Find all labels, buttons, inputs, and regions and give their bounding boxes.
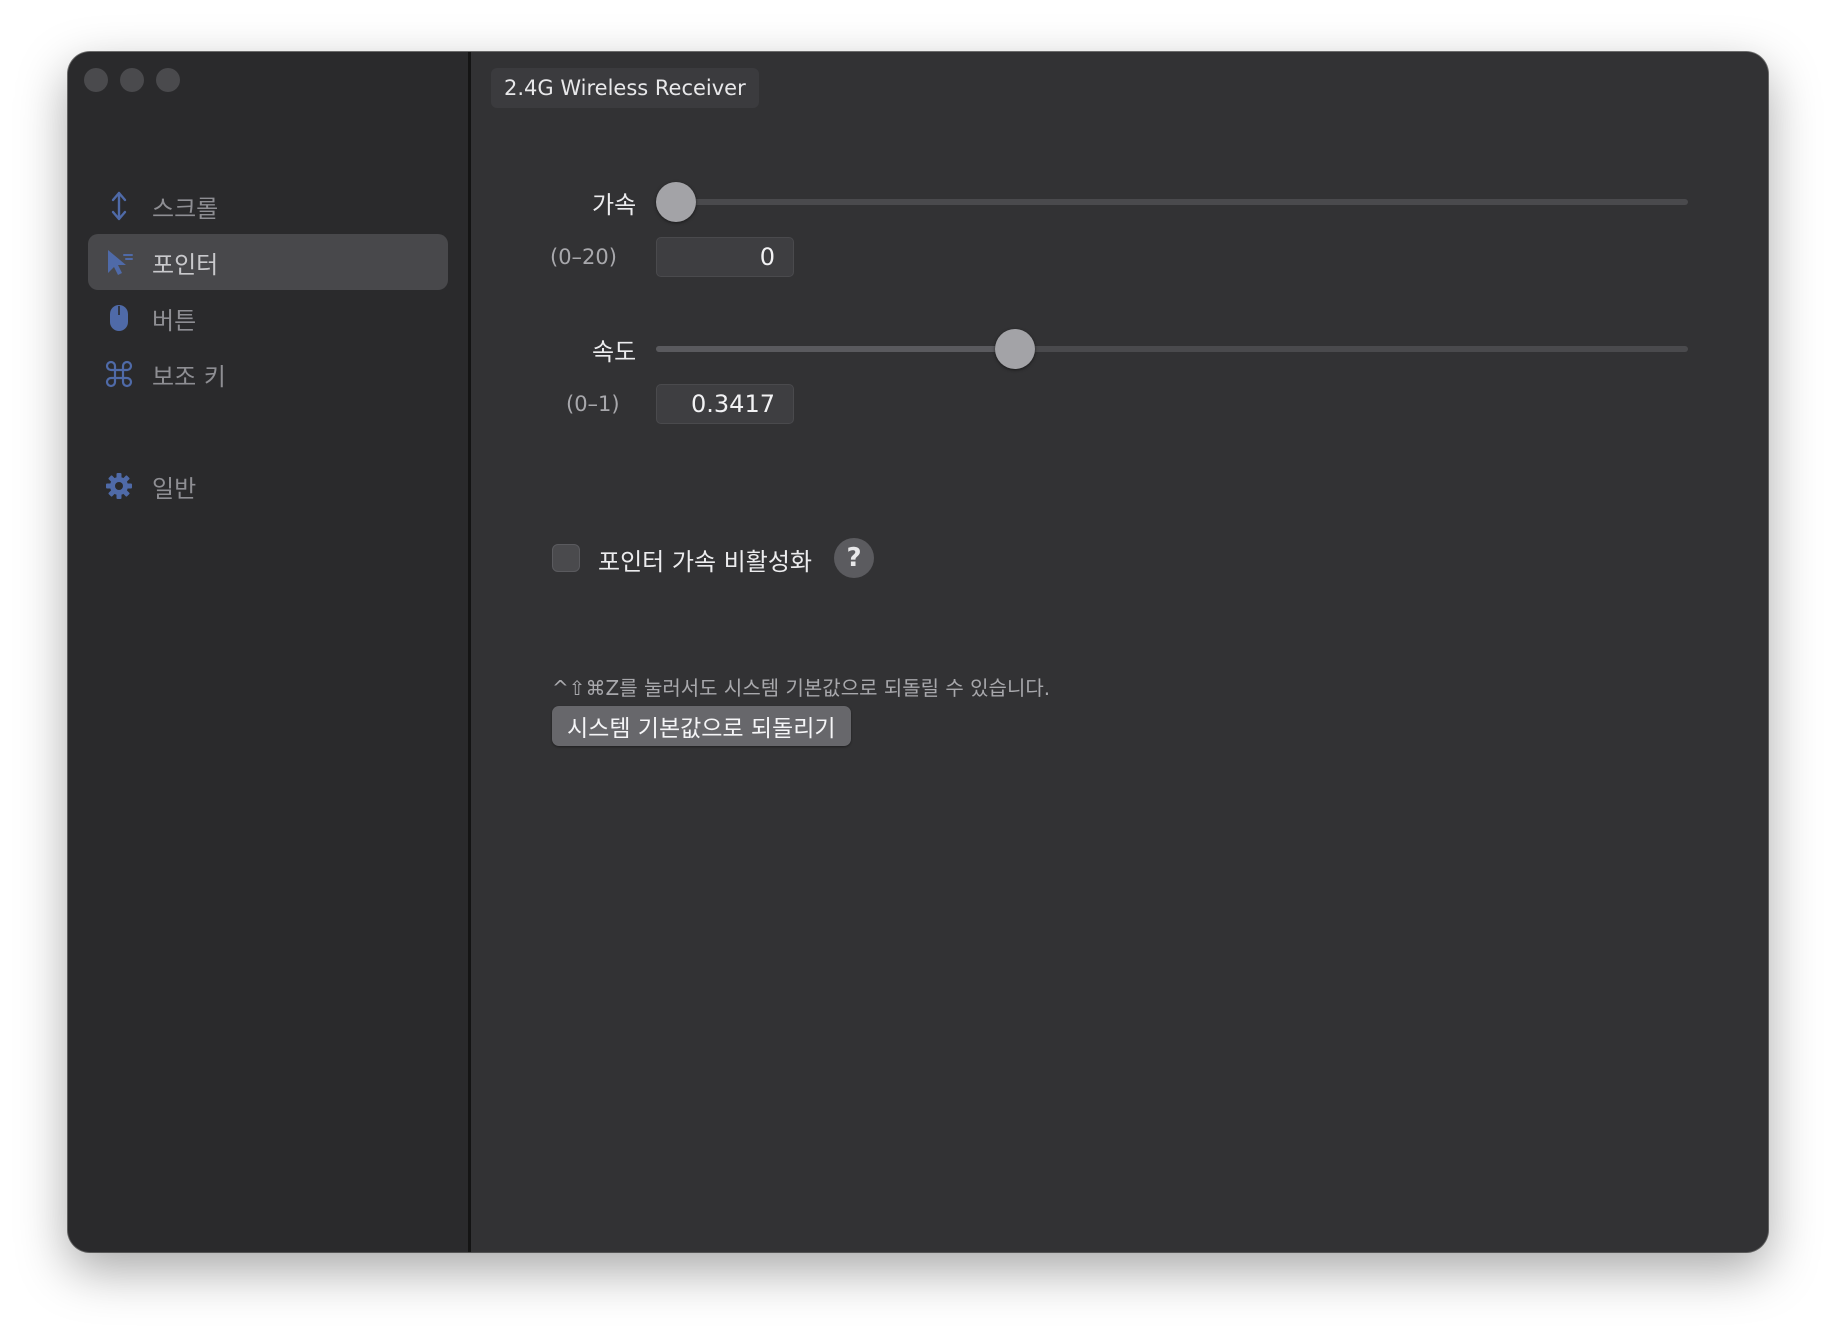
pointer-cursor-icon (104, 247, 134, 277)
sidebar-item-label: 버튼 (152, 306, 197, 335)
acceleration-range-label: (0–20) (550, 245, 617, 269)
acceleration-label: 가속 (592, 191, 637, 219)
sidebar-item-pointer[interactable]: 포인터 (88, 234, 448, 290)
sidebar: 스크롤 포인터 버튼 보조 키 일반 (68, 52, 471, 1252)
close-button[interactable] (84, 68, 108, 92)
speed-label: 속도 (592, 338, 637, 366)
help-button[interactable]: ? (834, 538, 874, 578)
mouse-icon (104, 303, 134, 333)
reset-defaults-button[interactable]: 시스템 기본값으로 되돌리기 (552, 706, 851, 746)
speed-range-label: (0–1) (566, 392, 620, 416)
disable-acceleration-checkbox[interactable] (552, 544, 580, 572)
settings-window: 스크롤 포인터 버튼 보조 키 일반 2.4G Wireless Receive… (68, 52, 1768, 1252)
sidebar-item-label: 일반 (152, 474, 197, 503)
sidebar-item-label: 보조 키 (152, 362, 226, 391)
scroll-arrows-icon (104, 191, 134, 221)
device-tab[interactable]: 2.4G Wireless Receiver (491, 68, 759, 108)
disable-acceleration-label: 포인터 가속 비활성화 (598, 548, 812, 576)
gear-icon (104, 471, 134, 501)
zoom-button[interactable] (156, 68, 180, 92)
main-content: 2.4G Wireless Receiver (471, 52, 1768, 1252)
acceleration-slider[interactable] (656, 182, 1688, 222)
reset-shortcut-hint: ^⇧⌘Z를 눌러서도 시스템 기본값으로 되돌릴 수 있습니다. (552, 676, 1051, 700)
sidebar-item-label: 스크롤 (152, 194, 219, 223)
speed-slider[interactable] (656, 329, 1688, 369)
command-key-icon (104, 359, 134, 389)
sidebar-item-scroll[interactable]: 스크롤 (88, 178, 448, 234)
acceleration-slider-knob[interactable] (656, 182, 696, 222)
sidebar-item-general[interactable]: 일반 (88, 458, 448, 514)
acceleration-value-field[interactable]: 0 (656, 237, 794, 277)
speed-slider-fill (656, 346, 1015, 352)
sidebar-item-label: 포인터 (152, 250, 219, 279)
speed-value-field[interactable]: 0.3417 (656, 384, 794, 424)
speed-slider-knob[interactable] (994, 329, 1035, 369)
sidebar-item-modifier-keys[interactable]: 보조 키 (88, 346, 448, 402)
minimize-button[interactable] (120, 68, 144, 92)
sidebar-item-buttons[interactable]: 버튼 (88, 290, 448, 346)
